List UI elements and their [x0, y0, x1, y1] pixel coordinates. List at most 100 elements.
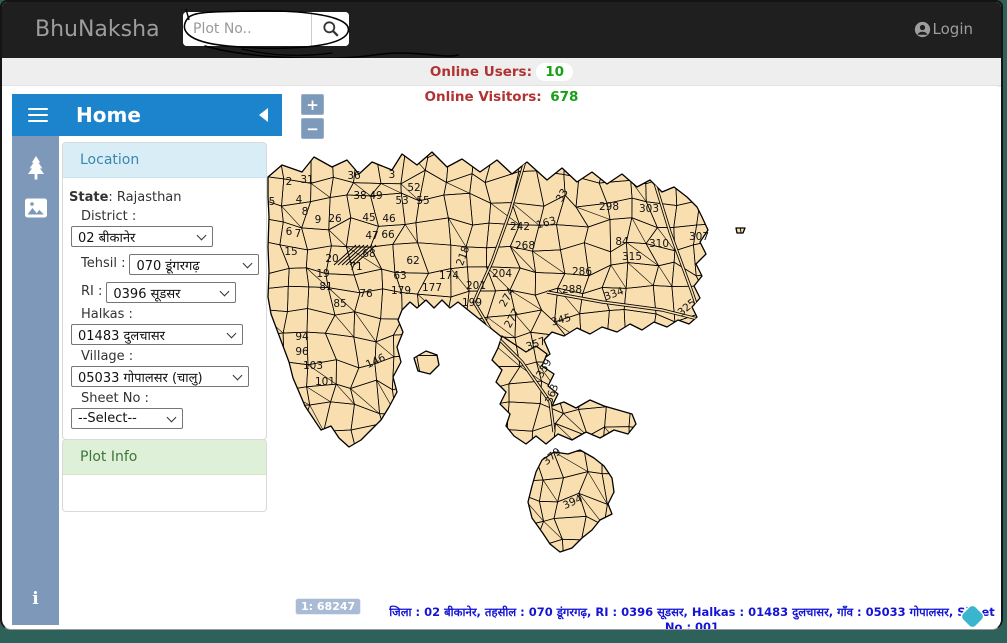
sheet-selected-value: --Select-- [78, 411, 137, 426]
sidebar-home-header[interactable]: Home [12, 94, 282, 136]
plot-info-title: Plot Info [63, 440, 266, 475]
chevron-down-icon [167, 413, 177, 423]
plot-number-label: 81 [319, 281, 332, 293]
plot-number-label: 242 [510, 221, 530, 233]
basemap-image-button[interactable] [12, 188, 59, 228]
login-button[interactable]: Login [914, 20, 973, 38]
plot-number-label: 8 [302, 206, 309, 218]
plot-number-label: 66 [381, 229, 395, 241]
plot-number-label: 46 [382, 213, 396, 225]
district-select[interactable]: 02 बीकानेर [71, 226, 213, 247]
ri-label: RI : [81, 284, 102, 299]
plot-number-label: 52 [407, 182, 420, 194]
plot-number-label: 286 [572, 266, 592, 278]
ri-select[interactable]: 0396 सूडसर [106, 282, 236, 303]
location-form: State: Rajasthan District : 02 बीकानेर T… [63, 178, 266, 439]
login-label: Login [933, 20, 973, 38]
plot-number-label: 6 [286, 226, 293, 238]
info-icon: i [32, 589, 38, 609]
plot-number-label: 85 [333, 298, 346, 310]
district-label: District : [81, 209, 260, 224]
plot-number-label: 84 [615, 236, 629, 248]
plot-number-label: 68 [362, 248, 375, 260]
village-select[interactable]: 05033 गोपालसर (चालु) [71, 366, 249, 387]
layers-tree-button[interactable] [12, 148, 59, 188]
plot-number-label: 3 [389, 169, 396, 181]
halkas-selected-value: 01483 दुलचासर [78, 326, 165, 344]
state-label: State [69, 190, 108, 205]
sheet-label: Sheet No : [81, 391, 260, 406]
plot-info-panel: Plot Info [62, 439, 267, 512]
cadastral-map[interactable]: 2313635253553849548926454633676647298303… [267, 87, 1001, 630]
online-users-label: Online Users: [430, 64, 532, 80]
search-icon [322, 20, 340, 38]
plot-number-label: 315 [622, 251, 642, 263]
map-pane: 2313635253553849548926454633676647298303… [267, 87, 1001, 630]
plot-number-label: 62 [406, 255, 419, 267]
chevron-down-icon [243, 259, 253, 269]
online-users-strip: Online Users: 10 [2, 58, 1001, 86]
sidebar-icon-strip: i [12, 136, 59, 625]
district-selected-value: 02 बीकानेर [78, 228, 135, 246]
tree-icon [24, 155, 48, 181]
plot-search-input[interactable] [183, 12, 311, 46]
map-scale-indicator: 1: 68247 [295, 598, 361, 615]
plot-number-label: 53 [395, 195, 408, 207]
collapse-sidebar-icon[interactable] [259, 108, 268, 122]
plot-number-label: 298 [599, 201, 619, 213]
plot-number-label: 49 [369, 190, 382, 202]
plot-number-label: 71 [349, 261, 362, 273]
browser-window: BhuNaksha Login Onli [0, 0, 1003, 630]
sheet-select[interactable]: --Select-- [71, 408, 183, 429]
plot-number-label: 201 [466, 280, 486, 292]
tehsil-select[interactable]: 070 डूंगरगढ़ [129, 254, 259, 275]
chevron-down-icon [233, 371, 243, 381]
home-title: Home [76, 103, 141, 127]
info-button[interactable]: i [12, 579, 59, 619]
plot-number-label: 94 [295, 331, 309, 343]
plot-number-label: 4 [296, 194, 303, 206]
location-panel-title: Location [63, 143, 266, 178]
zoom-out-button[interactable]: − [301, 118, 324, 139]
plot-number-label: 15 [284, 246, 297, 258]
plot-number-label: 199 [462, 297, 482, 309]
plot-number-label: 55 [416, 195, 429, 207]
village-label: Village : [81, 349, 260, 364]
plot-number-label: 310 [649, 238, 669, 250]
menu-icon[interactable] [28, 108, 48, 123]
plot-number-label: 38 [353, 190, 366, 202]
plot-number-label: 288 [562, 284, 582, 296]
plot-number-label: 36 [347, 170, 361, 182]
halkas-label: Halkas : [81, 307, 260, 322]
plot-number-label: 7 [295, 228, 302, 240]
halkas-select[interactable]: 01483 दुलचासर [71, 324, 243, 345]
user-icon [914, 21, 931, 38]
app-brand: BhuNaksha [35, 17, 160, 42]
plot-number-label: 20 [325, 253, 338, 265]
plot-search-box[interactable] [183, 12, 349, 46]
plot-number-label: 303 [639, 203, 659, 215]
online-visitors-value: 678 [550, 89, 578, 105]
tehsil-label: Tehsil : [81, 256, 125, 271]
online-visitors-label: Online Visitors: [425, 89, 542, 105]
plot-number-label: 45 [362, 212, 375, 224]
plot-number-label: 179 [391, 285, 411, 297]
ri-selected-value: 0396 सूडसर [113, 284, 180, 302]
plot-number-label: 9 [315, 214, 322, 226]
search-button[interactable] [311, 12, 349, 46]
state-value: : Rajasthan [108, 190, 181, 205]
plot-number-label: 103 [303, 360, 323, 372]
village-selected-value: 05033 गोपालसर (चालु) [78, 368, 203, 386]
plot-number-label: 96 [295, 346, 309, 358]
chevron-down-icon [227, 329, 237, 339]
plot-number-label: 177 [422, 282, 442, 294]
plot-number-label: 268 [515, 240, 535, 252]
plot-number-label: 174 [439, 270, 459, 282]
chevron-down-icon [220, 287, 230, 297]
location-panel: Location State: Rajasthan District : 02 … [62, 142, 267, 440]
plot-number-label: 76 [359, 288, 373, 300]
chevron-down-icon [197, 231, 207, 241]
plot-number-label: 31 [300, 174, 313, 186]
plot-number-label: 63 [393, 270, 406, 282]
online-users-value: 10 [536, 63, 573, 81]
